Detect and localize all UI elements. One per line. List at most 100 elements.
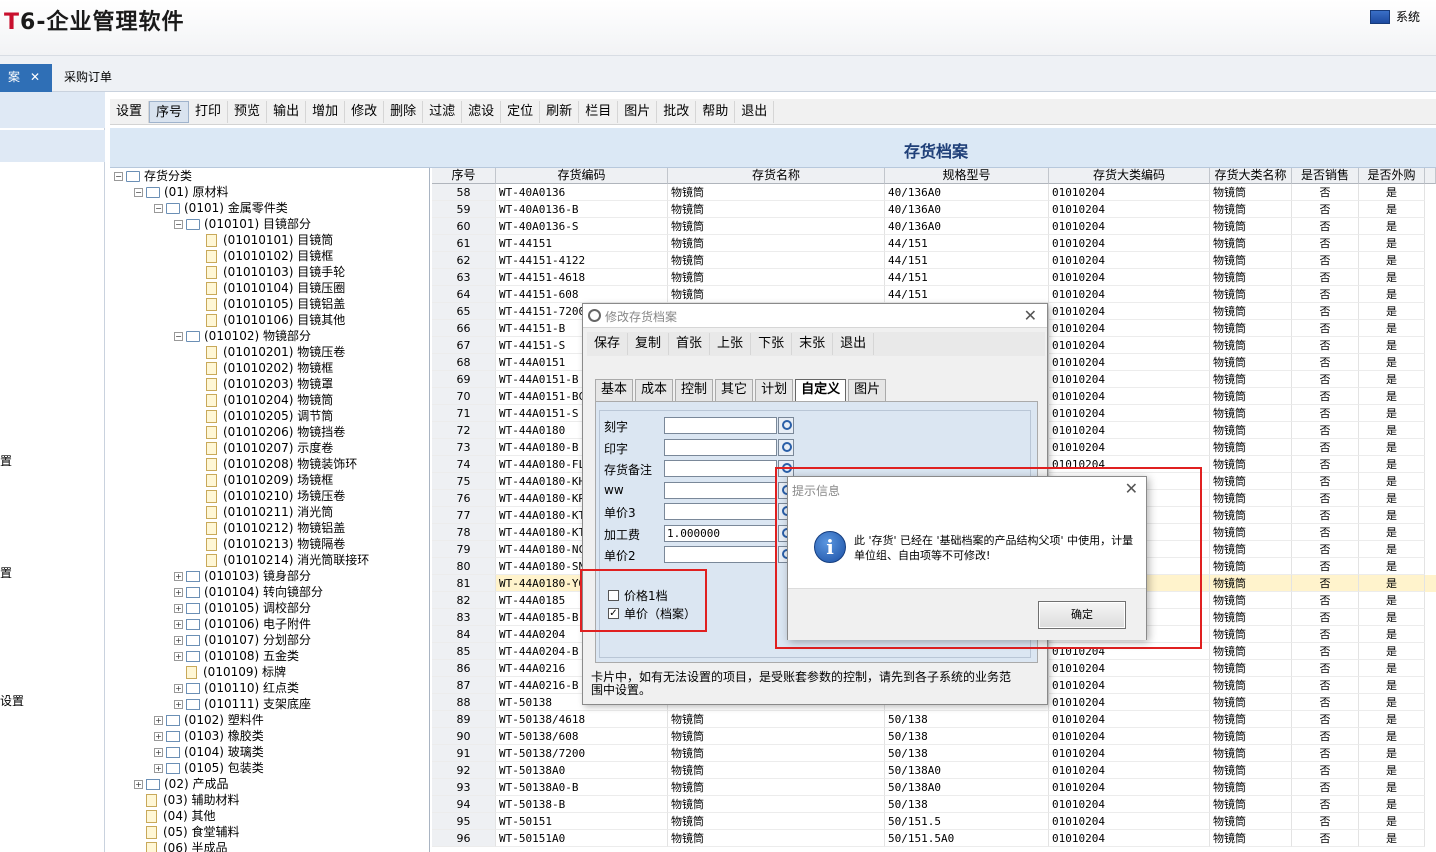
field-input[interactable] xyxy=(664,481,777,499)
column-header[interactable]: 存货大类编码 xyxy=(1049,168,1210,184)
expand-icon[interactable]: + xyxy=(154,715,163,725)
table-row[interactable]: 63 WT-44151-4618 物镜筒 44/151 01010204 物镜筒否是 xyxy=(432,269,1436,286)
tree-node[interactable]: (01010209) 场镜框 xyxy=(194,472,333,488)
collapse-icon[interactable]: − xyxy=(174,331,183,341)
field-input[interactable] xyxy=(664,546,777,563)
table-row[interactable]: 91 WT-50138/7200 物镜筒 50/138 01010204 物镜筒否是 xyxy=(432,745,1436,762)
tree-node[interactable]: + (010110) 红点类 xyxy=(174,680,299,696)
tree-node[interactable]: (01010105) 目镜铝盖 xyxy=(194,296,345,312)
field-input[interactable] xyxy=(664,417,777,434)
ok-button[interactable]: 确定 xyxy=(1038,601,1126,629)
tree-node[interactable]: − (010102) 物镜部分 xyxy=(174,328,311,344)
toolbar-button[interactable]: 输出 xyxy=(267,100,307,123)
category-tree[interactable]: − 存货分类 − (01) 原材料 − (0101) 金属零件类 − (010101) 目镜部… xyxy=(110,168,430,852)
tree-node[interactable]: (01010202) 物镜框 xyxy=(194,360,333,376)
column-header[interactable]: 是否销售 xyxy=(1292,168,1359,184)
tree-node[interactable]: + (0105) 包装类 xyxy=(154,760,264,776)
expand-icon[interactable]: + xyxy=(134,779,143,789)
system-menu[interactable]: 系统 xyxy=(1369,8,1420,25)
dialog-tab[interactable]: 图片 xyxy=(848,379,887,401)
toolbar-button[interactable]: 帮助 xyxy=(696,100,736,123)
tree-node[interactable]: (01010208) 物镜装饰环 xyxy=(194,456,357,472)
field-input[interactable] xyxy=(664,438,777,456)
column-header[interactable]: 序号 xyxy=(432,168,496,184)
toolbar-button[interactable]: 设置 xyxy=(110,100,150,123)
table-row[interactable]: 61 WT-44151 物镜筒 44/151 01010204 物镜筒否是 xyxy=(432,235,1436,252)
table-row[interactable]: 90 WT-50138/608 物镜筒 50/138 01010204 物镜筒否是 xyxy=(432,728,1436,745)
tree-node[interactable]: + (0102) 塑料件 xyxy=(154,712,264,728)
table-row[interactable]: 60 WT-40A0136-S 物镜筒 40/136A0 01010204 物镜筒否是 xyxy=(432,218,1436,235)
tree-node[interactable]: (01010206) 物镜挡卷 xyxy=(194,424,345,440)
toolbar-button[interactable]: 过滤 xyxy=(423,100,463,123)
nav-item[interactable]: 置 xyxy=(0,564,12,581)
tree-node[interactable]: (01010101) 目镜筒 xyxy=(194,232,333,248)
dialog-toolbar-button[interactable]: 末张 xyxy=(792,333,834,355)
lookup-search-icon[interactable] xyxy=(778,417,794,434)
dialog-toolbar-button[interactable]: 首张 xyxy=(669,333,711,355)
toolbar-button[interactable]: 图片 xyxy=(618,100,658,123)
table-row[interactable]: 92 WT-50138A0 物镜筒 50/138A0 01010204 物镜筒否是 xyxy=(432,762,1436,779)
tree-node[interactable]: (01010210) 场镜压卷 xyxy=(194,488,345,504)
close-icon[interactable]: ✕ xyxy=(1125,479,1138,498)
table-row[interactable]: 58 WT-40A0136 物镜筒 40/136A0 01010204 物镜筒否是 xyxy=(432,184,1436,201)
tree-node[interactable]: (01010103) 目镜手轮 xyxy=(194,264,345,280)
close-icon[interactable]: ✕ xyxy=(1024,306,1037,325)
tree-node[interactable]: + (02) 产成品 xyxy=(134,776,228,792)
toolbar-button[interactable]: 滤设 xyxy=(462,100,502,123)
expand-icon[interactable]: + xyxy=(174,571,183,581)
tree-node[interactable]: (01010211) 消光筒 xyxy=(194,504,333,520)
dialog-tab[interactable]: 其它 xyxy=(715,379,754,401)
tree-node[interactable]: (01010214) 消光筒联接环 xyxy=(194,552,369,568)
table-row[interactable]: 89 WT-50138/4618 物镜筒 50/138 01010204 物镜筒否是 xyxy=(432,711,1436,728)
field-input[interactable]: 1.000000 xyxy=(664,524,777,542)
tree-node[interactable]: (01010203) 物镜罩 xyxy=(194,376,333,392)
tree-node[interactable]: + (0104) 玻璃类 xyxy=(154,744,264,760)
tree-node[interactable]: + (010104) 转向镜部分 xyxy=(174,584,323,600)
tree-node[interactable]: (01010213) 物镜隔卷 xyxy=(194,536,345,552)
dialog-tab[interactable]: 计划 xyxy=(755,379,794,401)
dialog-tab[interactable]: 成本 xyxy=(635,379,674,401)
lookup-search-icon[interactable] xyxy=(778,438,794,456)
column-header[interactable]: 是否外购 xyxy=(1359,168,1425,184)
tree-node[interactable]: − (010101) 目镜部分 xyxy=(174,216,311,232)
toolbar-button[interactable]: 删除 xyxy=(384,100,424,123)
tree-node[interactable]: − (01) 原材料 xyxy=(134,184,228,200)
toolbar-button[interactable]: 序号 xyxy=(149,100,190,123)
tab-purchase-order[interactable]: 采购订单 xyxy=(56,64,120,92)
expand-icon[interactable]: + xyxy=(174,619,183,629)
column-header[interactable]: 存货编码 xyxy=(496,168,668,184)
tree-node[interactable]: + (010111) 支架底座 xyxy=(174,696,311,712)
dialog-toolbar-button[interactable]: 上张 xyxy=(710,333,752,355)
tree-node[interactable]: (01010204) 物镜筒 xyxy=(194,392,333,408)
expand-icon[interactable]: + xyxy=(154,763,163,773)
tree-node[interactable]: + (010103) 镜身部分 xyxy=(174,568,311,584)
table-row[interactable]: 59 WT-40A0136-B 物镜筒 40/136A0 01010204 物镜筒否是 xyxy=(432,201,1436,218)
tree-node[interactable]: (06) 半成品 xyxy=(134,840,227,852)
toolbar-button[interactable]: 预览 xyxy=(228,100,268,123)
nav-item[interactable]: 设置 xyxy=(0,692,24,709)
tree-node[interactable]: (010109) 标牌 xyxy=(174,664,286,680)
tree-node[interactable]: (01010201) 物镜压卷 xyxy=(194,344,345,360)
dialog-tab[interactable]: 基本 xyxy=(595,379,634,401)
toolbar-button[interactable]: 打印 xyxy=(189,100,229,123)
dialog-toolbar-button[interactable]: 下张 xyxy=(751,333,793,355)
tree-node[interactable]: (01010104) 目镜压圈 xyxy=(194,280,345,296)
expand-icon[interactable]: + xyxy=(174,699,183,709)
toolbar-button[interactable]: 刷新 xyxy=(540,100,580,123)
tree-node[interactable]: (01010205) 调节筒 xyxy=(194,408,333,424)
tree-node[interactable]: + (010107) 分划部分 xyxy=(174,632,311,648)
field-input[interactable] xyxy=(664,460,777,477)
tree-node[interactable]: (03) 辅助材料 xyxy=(134,792,239,808)
toolbar-button[interactable]: 栏目 xyxy=(579,100,619,123)
expand-icon[interactable]: + xyxy=(174,603,183,613)
dialog-tab[interactable]: 控制 xyxy=(675,379,714,401)
dialog-toolbar-button[interactable]: 保存 xyxy=(587,333,629,355)
toolbar-button[interactable]: 定位 xyxy=(501,100,541,123)
tree-node[interactable]: (01010207) 示度卷 xyxy=(194,440,333,456)
tree-node[interactable]: + (010106) 电子附件 xyxy=(174,616,311,632)
table-row[interactable]: 95 WT-50151 物镜筒 50/151.5 01010204 物镜筒否是 xyxy=(432,813,1436,830)
field-input[interactable] xyxy=(664,503,777,520)
collapse-icon[interactable]: − xyxy=(174,219,183,229)
tree-node[interactable]: (01010106) 目镜其他 xyxy=(194,312,345,328)
expand-icon[interactable]: + xyxy=(174,651,183,661)
